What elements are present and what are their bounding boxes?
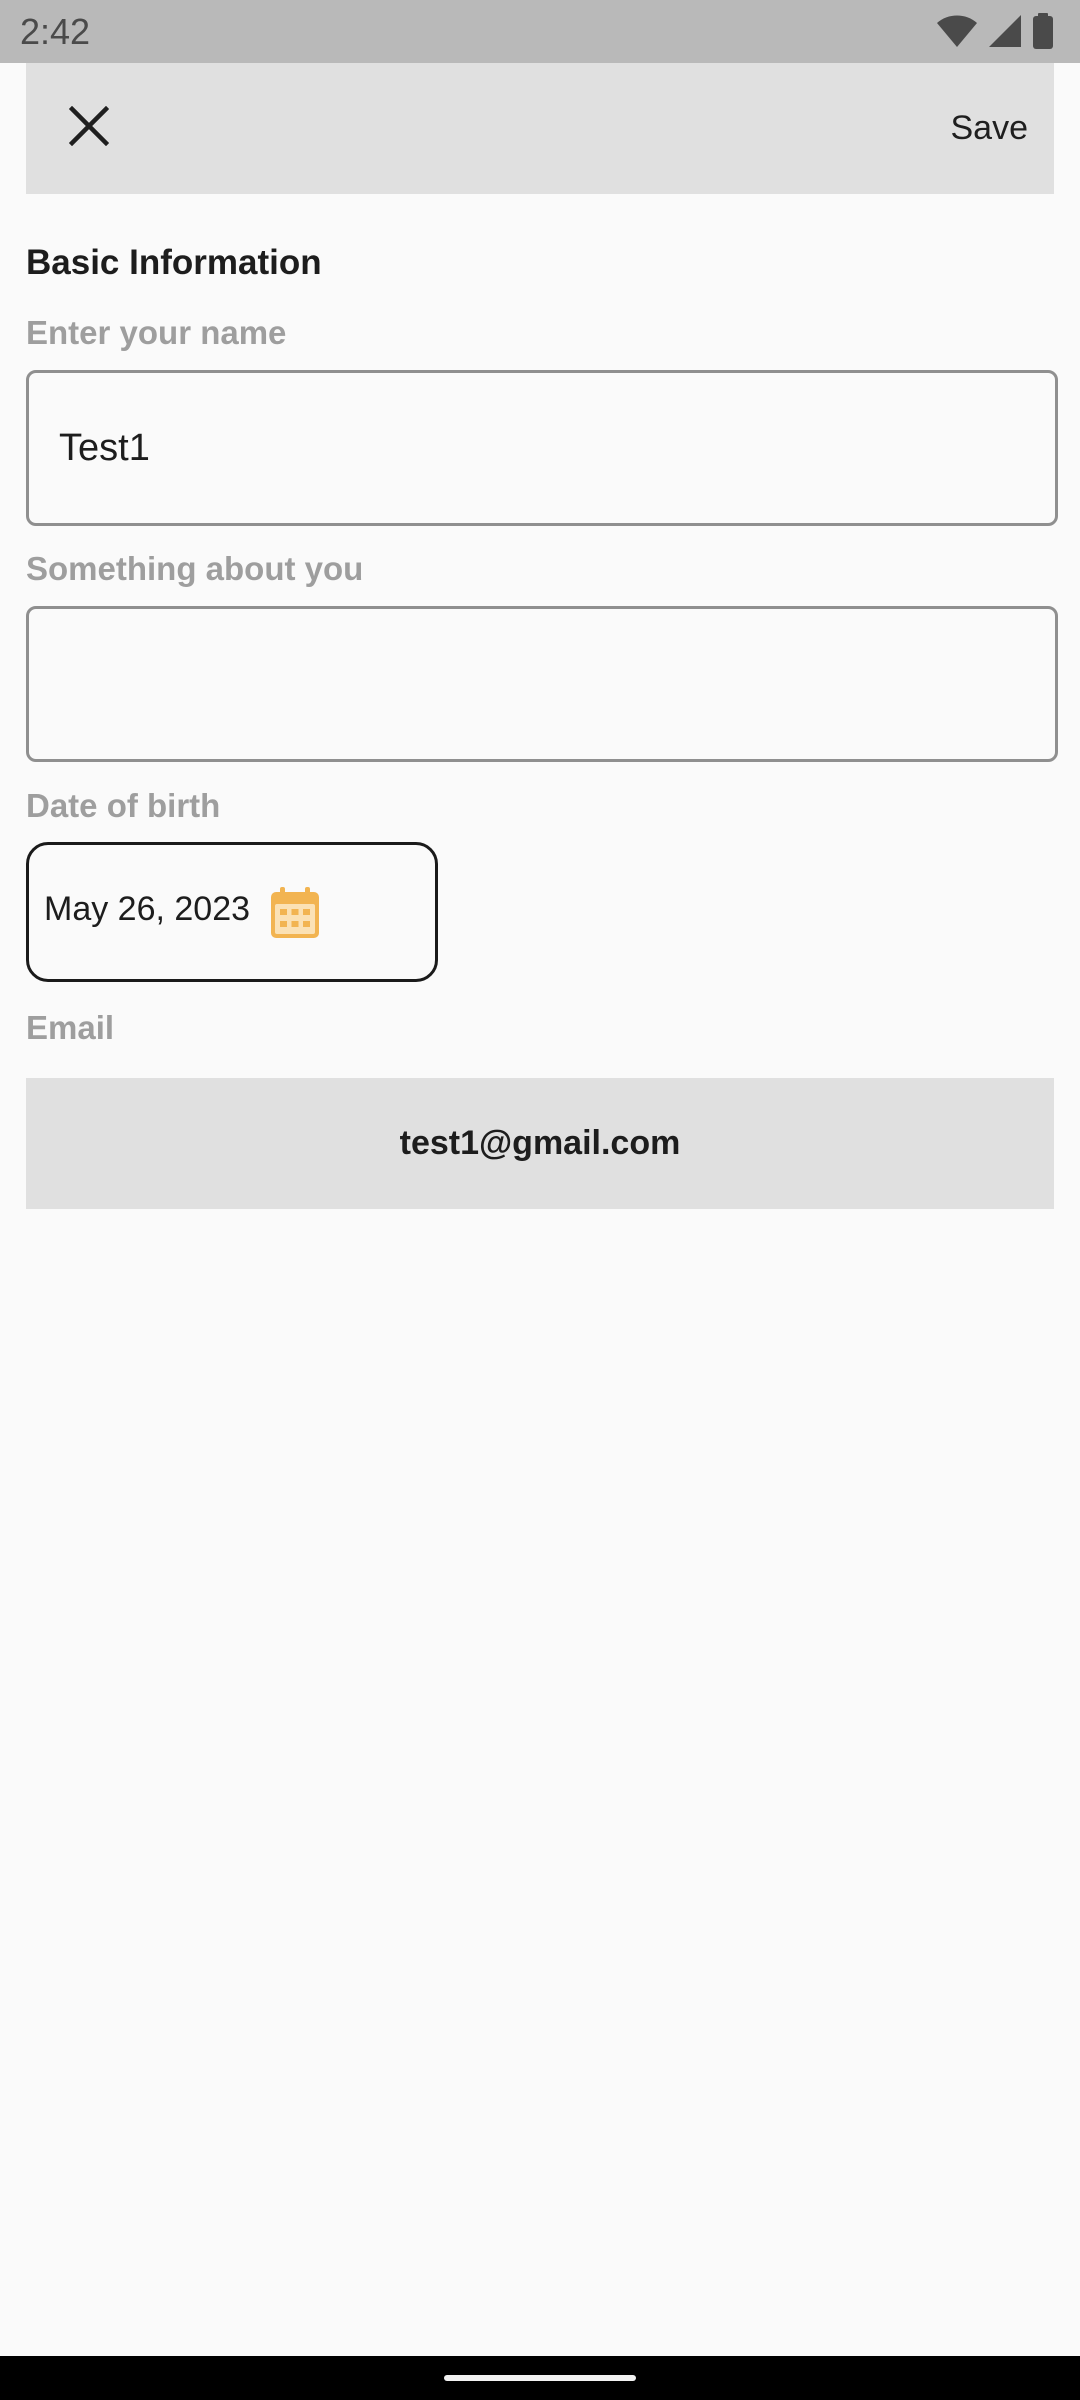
navigation-bar (0, 2356, 1080, 2400)
name-input[interactable] (59, 373, 1019, 523)
email-display: test1@gmail.com (26, 1078, 1054, 1209)
name-label: Enter your name (26, 314, 287, 351)
date-of-birth-picker[interactable]: May 26, 2023 (26, 842, 438, 982)
dob-label: Date of birth (26, 787, 221, 824)
about-input[interactable] (59, 609, 1019, 759)
status-time: 2:42 (20, 11, 91, 52)
section-title: Basic Information (26, 243, 322, 282)
save-button[interactable]: Save (951, 103, 1029, 153)
name-field[interactable] (26, 370, 1058, 526)
close-icon (68, 105, 110, 151)
profile-edit-screen: 2:42 Save Basic Information Enter your n… (0, 0, 1080, 2400)
home-gesture-handle[interactable] (444, 2375, 636, 2381)
calendar-icon[interactable] (270, 887, 320, 939)
status-bar: 2:42 (0, 0, 1080, 63)
email-value: test1@gmail.com (399, 1124, 681, 1162)
top-app-bar: Save (26, 63, 1054, 194)
about-label: Something about you (26, 550, 364, 587)
about-field[interactable] (26, 606, 1058, 762)
email-label: Email (26, 1009, 115, 1046)
date-of-birth-value: May 26, 2023 (44, 890, 251, 928)
close-button[interactable] (54, 93, 124, 163)
wifi-icon (936, 14, 978, 48)
signal-icon (988, 14, 1022, 48)
battery-icon (1032, 13, 1054, 49)
status-icons (936, 13, 1054, 49)
